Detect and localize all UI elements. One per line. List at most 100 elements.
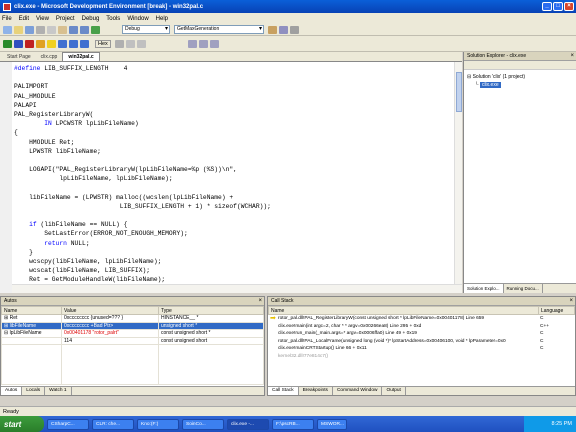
tab-call-stack[interactable]: Call Stack — [268, 387, 299, 395]
tab-running-documents[interactable]: Running Docu... — [504, 284, 543, 293]
editor-horizontal-scrollbar[interactable] — [12, 284, 462, 293]
code-line[interactable]: libFileName = (LPWSTR) malloc((wcslen(lp… — [14, 193, 459, 202]
undo-icon[interactable] — [69, 25, 78, 34]
taskbar-item-active[interactable]: clix.exe -... — [227, 418, 269, 430]
minimize-button[interactable]: _ — [542, 2, 552, 11]
close-icon[interactable]: × — [258, 297, 262, 306]
tab-output[interactable]: Output — [382, 387, 406, 395]
code-line[interactable]: if (libFileName == NULL) { — [14, 220, 459, 229]
code-line[interactable]: { — [14, 128, 459, 137]
list-item[interactable]: ➡ rotor_pal.dll!PAL_RegisterLibraryW(cons… — [268, 315, 575, 323]
breakpoints-icon[interactable] — [114, 39, 124, 48]
table-row[interactable]: ⊟ lpLibFileName 0x00401178 "rotor_palrt"… — [1, 329, 264, 338]
code-line[interactable]: PALIMPORT — [14, 82, 459, 91]
cut-icon[interactable] — [36, 25, 45, 34]
menu-window[interactable]: Window — [127, 16, 148, 22]
bookmark-icon[interactable] — [187, 39, 197, 48]
table-row[interactable]: ⊞ libFileName 0xcccccccc +Bad Ptr> unsig… — [1, 321, 264, 330]
tree-item-clix-exe[interactable]: └ clix.exe — [467, 81, 573, 89]
list-item[interactable]: clix.exe!mainCRTStartup() Line 66 + 0x11… — [268, 345, 575, 353]
solution-explorer-icon[interactable] — [279, 25, 288, 34]
list-item[interactable]: kernel32.dll!77e814c7() — [268, 353, 575, 361]
taskbar-item[interactable]: MSWOR... — [317, 418, 347, 430]
tab-breakpoints[interactable]: Breakpoints — [299, 387, 333, 395]
code-line[interactable]: SetLastError(ERROR_NOT_ENOUGH_MEMORY); — [14, 229, 459, 238]
tab-autos[interactable]: Autos — [1, 387, 23, 395]
tab-win32pal-c[interactable]: win32pal.c — [62, 52, 100, 61]
code-line[interactable]: IN LPCWSTR lpLibFileName) — [14, 119, 459, 128]
code-line[interactable]: wcscat(libFileName, LIB_SUFFIX); — [14, 266, 459, 275]
code-line[interactable]: PAL_RegisterLibraryW( — [14, 110, 459, 119]
scroll-thumb[interactable] — [456, 72, 462, 112]
code-line[interactable]: PAL_HMODULE — [14, 92, 459, 101]
step-into-icon[interactable] — [58, 39, 67, 48]
code-line[interactable]: lpLibFileName, lpLibFileName); — [14, 174, 459, 183]
new-project-icon[interactable] — [3, 25, 12, 34]
tab-start-page[interactable]: Start Page — [2, 53, 36, 61]
column-language[interactable]: Language — [538, 306, 575, 315]
next-bookmark-icon[interactable] — [198, 39, 208, 48]
list-item[interactable]: clix.exe!run_main(_main.args=* argv=0x00… — [268, 330, 575, 338]
taskbar-item[interactable]: F:\pscRB... — [272, 418, 314, 430]
code-text[interactable]: #define LIB_SUFFIX_LENGTH 4 PALIMPORT PAL… — [14, 64, 459, 293]
properties-icon[interactable] — [290, 25, 299, 34]
taskbar-item[interactable]: Kno:(F:) — [137, 418, 179, 430]
redo-icon[interactable] — [80, 25, 89, 34]
menu-project[interactable]: Project — [56, 16, 75, 22]
close-icon[interactable]: × — [570, 52, 574, 61]
tab-clix-cpp[interactable]: clix.cpp — [36, 53, 63, 61]
table-row[interactable]: 114 const unsigned short — [1, 336, 264, 345]
tab-locals[interactable]: Locals — [22, 387, 46, 395]
paste-icon[interactable] — [58, 25, 67, 34]
taskbar-item[interactable]: SoinCo... — [182, 418, 224, 430]
code-line[interactable]: LOGAPI("PAL_RegisterLibraryW(lpLibFileNa… — [14, 165, 459, 174]
start-button[interactable]: start — [0, 416, 44, 432]
code-editor[interactable]: #define LIB_SUFFIX_LENGTH 4 PALIMPORT PAL… — [0, 62, 462, 293]
code-line[interactable]: LPWSTR libFileName; — [14, 147, 459, 156]
tab-solution-explorer[interactable]: Solution Explo... — [464, 284, 504, 293]
menu-tools[interactable]: Tools — [106, 16, 120, 22]
column-value[interactable]: Value — [61, 306, 159, 315]
open-icon[interactable] — [14, 25, 23, 34]
editor-vertical-scrollbar[interactable] — [454, 62, 462, 293]
list-item[interactable]: clix.exe!main(int argc=2, char * * argv=… — [268, 323, 575, 331]
column-name[interactable]: Name — [1, 306, 62, 315]
taskbar-item[interactable]: CLR: che... — [92, 418, 134, 430]
tree-item-solution[interactable]: ⊟ Solution 'clix' (1 project) — [467, 73, 573, 81]
code-line[interactable] — [14, 73, 459, 82]
column-name[interactable]: Name — [268, 306, 539, 315]
step-out-icon[interactable] — [80, 39, 89, 48]
menu-help[interactable]: Help — [156, 16, 168, 22]
hex-toggle[interactable]: Hex — [95, 39, 111, 48]
column-type[interactable]: Type — [158, 306, 264, 315]
indent-icon[interactable] — [125, 39, 135, 48]
code-line[interactable] — [14, 183, 459, 192]
list-item[interactable]: rotor_pal.dll!PAL_LocalFrame(unsigned lo… — [268, 338, 575, 346]
taskbar-item[interactable]: CSharpC... — [47, 418, 89, 430]
find-icon[interactable] — [268, 25, 277, 34]
show-next-statement-icon[interactable] — [47, 39, 56, 48]
stop-debugging-icon[interactable] — [25, 39, 34, 48]
menu-file[interactable]: File — [2, 16, 12, 22]
step-over-icon[interactable] — [69, 39, 78, 48]
code-line[interactable]: } — [14, 248, 459, 257]
code-line[interactable]: PALAPI — [14, 101, 459, 110]
code-line[interactable]: wcscpy(libFileName, lpLibFileName); — [14, 257, 459, 266]
code-line[interactable]: return NULL; — [14, 239, 459, 248]
outdent-icon[interactable] — [136, 39, 146, 48]
prev-bookmark-icon[interactable] — [209, 39, 219, 48]
menu-view[interactable]: View — [36, 16, 49, 22]
code-line[interactable] — [14, 156, 459, 165]
continue-icon[interactable] — [91, 25, 100, 34]
restart-icon[interactable] — [36, 39, 45, 48]
close-icon[interactable]: × — [569, 297, 573, 306]
menu-debug[interactable]: Debug — [82, 16, 100, 22]
code-line[interactable]: HMODULE Ret; — [14, 138, 459, 147]
run-icon[interactable] — [3, 39, 12, 48]
break-all-icon[interactable] — [14, 39, 23, 48]
tab-watch-1[interactable]: Watch 1 — [45, 387, 72, 395]
configuration-select[interactable]: Debug — [122, 25, 170, 34]
code-line[interactable] — [14, 211, 459, 220]
code-line[interactable]: LIB_SUFFIX_LENGTH + 1) * sizeof(WCHAR)); — [14, 202, 459, 211]
menu-edit[interactable]: Edit — [19, 16, 29, 22]
